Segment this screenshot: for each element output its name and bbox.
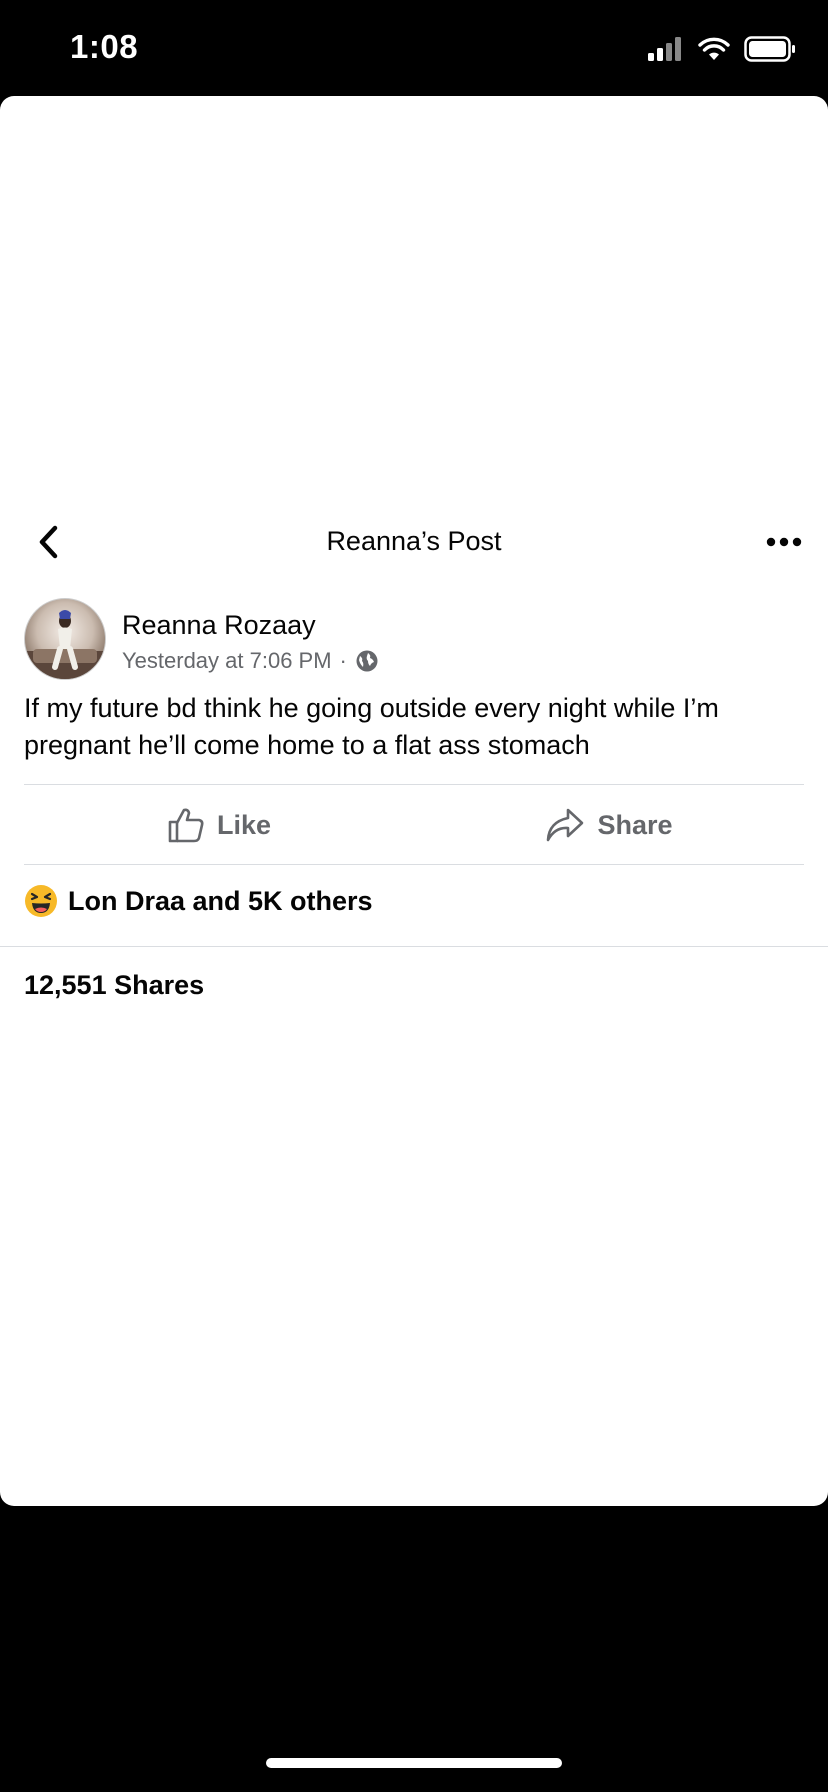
home-indicator[interactable] bbox=[266, 1758, 562, 1768]
post-timestamp[interactable]: Yesterday at 7:06 PM bbox=[122, 648, 332, 674]
haha-emoji-icon bbox=[25, 885, 57, 917]
status-bar: 1:08 bbox=[0, 0, 828, 96]
share-label: Share bbox=[597, 809, 673, 840]
thumbs-up-icon bbox=[168, 808, 204, 843]
more-dots-icon bbox=[766, 537, 802, 547]
shares-count[interactable]: 12,551 Shares bbox=[24, 970, 204, 1001]
reactions-text: Lon Draa and 5K others bbox=[68, 885, 373, 916]
divider bbox=[24, 784, 804, 785]
share-button[interactable]: Share bbox=[414, 786, 804, 864]
wifi-icon bbox=[698, 37, 730, 60]
status-time: 1:08 bbox=[70, 28, 139, 65]
divider bbox=[0, 946, 828, 947]
post-navbar: Reanna’s Post bbox=[0, 520, 828, 564]
like-button[interactable]: Like bbox=[24, 786, 414, 864]
avatar[interactable] bbox=[24, 598, 106, 680]
more-options-button[interactable] bbox=[760, 520, 808, 564]
globe-icon bbox=[356, 650, 378, 672]
battery-icon bbox=[744, 36, 795, 62]
share-arrow-icon bbox=[547, 808, 584, 842]
post-actions: Like Share bbox=[24, 786, 804, 864]
divider bbox=[24, 864, 804, 865]
page-title: Reanna’s Post bbox=[326, 526, 502, 556]
status-icons bbox=[648, 36, 796, 62]
author-name[interactable]: Reanna Rozaay bbox=[122, 610, 316, 641]
post-text: If my future bd think he going outside e… bbox=[24, 693, 719, 760]
like-label: Like bbox=[216, 809, 272, 840]
reactions-summary[interactable]: Lon Draa and 5K others bbox=[24, 884, 373, 918]
post-header: Reanna Rozaay Yesterday at 7:06 PM · bbox=[24, 598, 804, 680]
post-meta: Yesterday at 7:06 PM · bbox=[122, 648, 379, 674]
meta-separator: · bbox=[339, 648, 347, 673]
signal-icon bbox=[648, 37, 681, 61]
